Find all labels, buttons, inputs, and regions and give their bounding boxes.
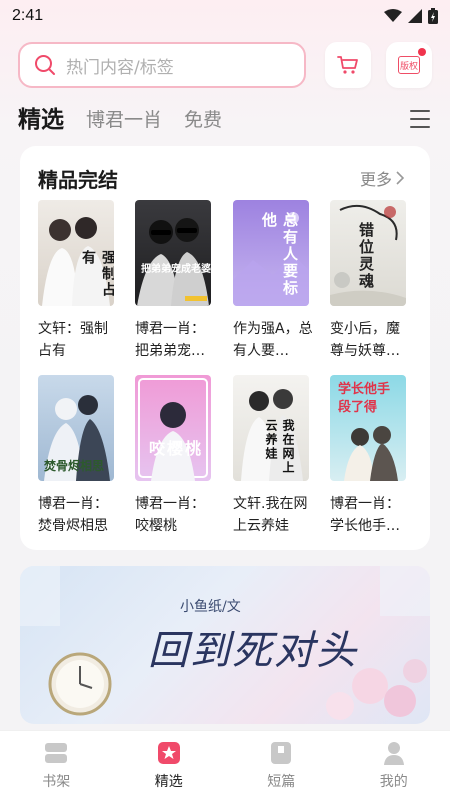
cover-text: 把弟弟宠成老婆 [141, 264, 211, 275]
book-card[interactable]: 强制占有 文轩：强制占有 [38, 200, 114, 362]
tab-bojun-yixiao[interactable]: 博君一肖 [86, 106, 162, 134]
book-title: 博君一肖：焚骨烬相思 [38, 496, 108, 534]
cover-text: 我在网上云养娃 [264, 419, 295, 475]
book-title: 博君一肖：咬樱桃 [135, 496, 205, 534]
profile-icon [382, 741, 406, 765]
cover-text: 总有人要标他 [260, 212, 299, 297]
cover-text: 错位灵魂 [357, 222, 375, 290]
section-title: 精品完结 [38, 168, 118, 192]
cover-text: 焚骨烬相思 [44, 459, 105, 473]
book-cover: 错位灵魂 [330, 200, 406, 306]
nav-label: 书架 [42, 773, 71, 790]
cover-text: 学长他手段了得 [338, 382, 391, 415]
book-cover: 把弟弟宠成老婆 [135, 200, 211, 306]
bottom-nav: 书架 精选 短篇 我的 [0, 730, 450, 800]
completed-books-section: 精品完结 更多 强制占有 文轩：强制占有 把弟弟宠成老婆 博君一肖：把弟弟宠… … [20, 146, 430, 550]
rights-button[interactable]: 版权 [386, 42, 432, 88]
nav-featured[interactable]: 精选 [129, 741, 209, 791]
book-cover: 总有人要标他 [233, 200, 309, 306]
notification-dot [418, 48, 426, 56]
book-card[interactable]: 咬樱桃 博君一肖：咬樱桃 [135, 375, 211, 537]
search-placeholder: 热门内容/标签 [66, 57, 174, 78]
promo-banner[interactable]: 小鱼纸/文 回到死对头 [20, 566, 430, 724]
menu-icon[interactable] [410, 110, 430, 128]
tab-featured[interactable]: 精选 [18, 106, 64, 134]
more-label: 更多 [359, 170, 392, 189]
book-cover: 咬樱桃 [135, 375, 211, 481]
book-card[interactable]: 我在网上云养娃 文轩.我在网上云养娃 [233, 375, 309, 537]
cart-icon [337, 56, 358, 74]
cover-text: 强制占有 [80, 250, 114, 298]
book-title: 变小后，魔尊与妖尊… [330, 321, 400, 359]
banner-author: 小鱼纸/文 [180, 599, 241, 615]
rights-icon: 版权 [398, 56, 420, 74]
wifi-icon [384, 9, 402, 22]
nav-short-stories[interactable]: 短篇 [241, 741, 321, 791]
nav-profile[interactable]: 我的 [354, 741, 434, 791]
status-bar: 2:41 [0, 0, 450, 32]
book-title: 文轩：强制占有 [38, 321, 108, 359]
more-link[interactable]: 更多 [360, 166, 404, 190]
status-icons [384, 8, 438, 24]
cover-text: 咬樱桃 [149, 439, 204, 458]
signal-icon [408, 9, 422, 23]
search-icon [35, 55, 55, 75]
cart-button[interactable] [325, 42, 371, 88]
featured-icon [157, 741, 181, 765]
search-input[interactable]: 热门内容/标签 [18, 42, 306, 88]
book-title: 作为强A，总有人要… [233, 321, 313, 359]
book-title: 文轩.我在网上云养娃 [233, 496, 308, 534]
book-card[interactable]: 学长他手段了得 博君一肖：学长他手… [330, 375, 406, 537]
tab-free[interactable]: 免费 [184, 106, 222, 134]
nav-bookshelf[interactable]: 书架 [16, 741, 96, 791]
chevron-right-icon [396, 171, 404, 185]
short-story-icon [269, 741, 293, 765]
book-card[interactable]: 把弟弟宠成老婆 博君一肖：把弟弟宠… [135, 200, 211, 362]
book-title: 博君一肖：学长他手… [330, 496, 400, 534]
book-card[interactable]: 总有人要标他 作为强A，总有人要… [233, 200, 313, 362]
nav-label: 短篇 [267, 773, 296, 790]
rights-label: 版权 [399, 61, 418, 72]
book-cover: 我在网上云养娃 [233, 375, 309, 481]
book-cover: 焚骨烬相思 [38, 375, 114, 481]
banner-title: 回到死对头 [148, 628, 358, 674]
book-title: 博君一肖：把弟弟宠… [135, 321, 205, 359]
top-tabs: 精选 博君一肖 免费 [18, 106, 244, 134]
status-time: 2:41 [12, 7, 44, 24]
nav-label: 我的 [379, 773, 408, 790]
nav-label: 精选 [154, 773, 183, 790]
book-card[interactable]: 焚骨烬相思 博君一肖：焚骨烬相思 [38, 375, 114, 537]
book-card[interactable]: 错位灵魂 变小后，魔尊与妖尊… [330, 200, 406, 362]
book-cover: 学长他手段了得 [330, 375, 406, 481]
book-cover: 强制占有 [38, 200, 114, 306]
battery-icon [428, 8, 438, 24]
bookshelf-icon [44, 741, 68, 765]
